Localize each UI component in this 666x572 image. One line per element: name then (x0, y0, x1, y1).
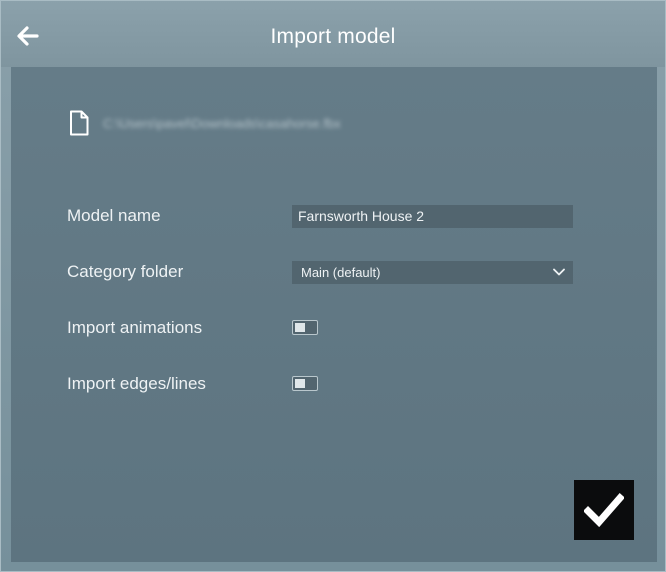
category-folder-select[interactable]: Main (default) (292, 261, 573, 284)
confirm-import-button[interactable] (574, 480, 634, 540)
import-animations-label: Import animations (67, 318, 203, 337)
category-folder-value: Main (default) (301, 265, 381, 280)
import-edges-toggle[interactable] (292, 376, 318, 391)
checkmark-icon (584, 493, 624, 527)
title-bar: Import model (1, 1, 665, 67)
category-folder-label: Category folder (67, 262, 184, 281)
toggle-knob (295, 379, 305, 388)
import-edges-label: Import edges/lines (67, 374, 206, 393)
chevron-down-icon (553, 268, 565, 276)
file-icon (70, 110, 89, 136)
import-animations-toggle[interactable] (292, 320, 318, 335)
dialog-title: Import model (270, 25, 396, 48)
import-settings-panel: C:\Users\pavel\Downloads\casahorse.fbx M… (11, 67, 657, 562)
model-name-label: Model name (67, 206, 161, 225)
import-model-dialog: Import model C:\Users\pavel\Downloads\ca… (0, 0, 666, 572)
toggle-knob (295, 323, 305, 332)
source-file-path: C:\Users\pavel\Downloads\casahorse.fbx (103, 115, 341, 131)
model-name-input[interactable] (292, 205, 573, 228)
source-file-row: C:\Users\pavel\Downloads\casahorse.fbx (69, 109, 341, 137)
